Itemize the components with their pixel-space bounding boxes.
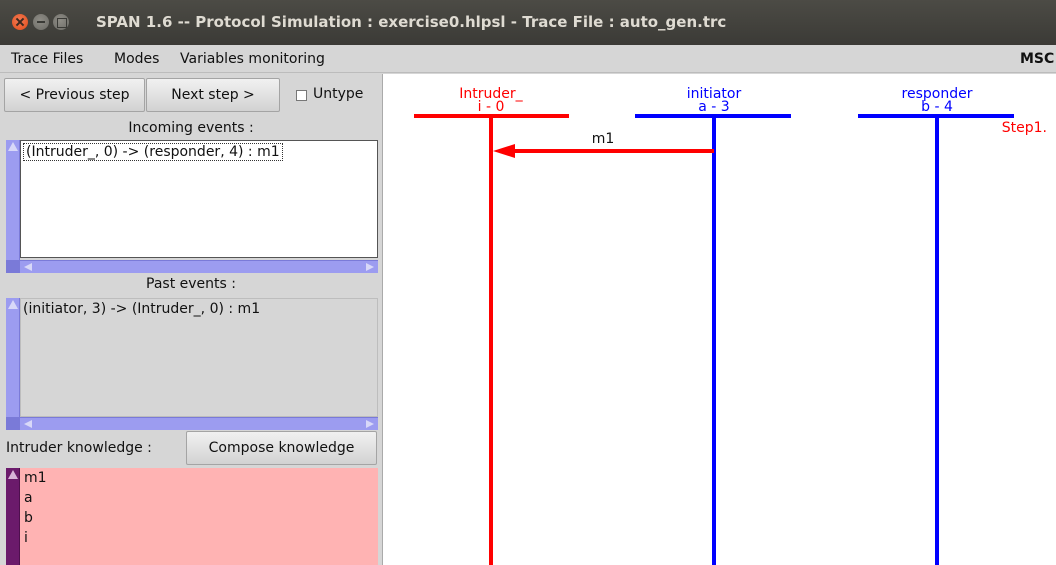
menu-variables-monitoring[interactable]: Variables monitoring: [180, 51, 325, 67]
incoming-events-list[interactable]: (Intruder_, 0) -> (responder, 4) : m1: [20, 140, 378, 258]
next-step-button[interactable]: Next step >: [146, 78, 280, 112]
knowledge-item[interactable]: a: [24, 490, 33, 506]
intruder-knowledge-label: Intruder knowledge :: [6, 440, 152, 456]
past-scroll-corner: [6, 417, 20, 430]
participant-id-responder: b - 4: [921, 99, 953, 115]
msc-diagram: Intruder_ i - 0 initiator a - 3 responde…: [414, 86, 1047, 565]
msc-panel: Intruder_ i - 0 initiator a - 3 responde…: [382, 74, 1056, 565]
message-arrowhead-m1: [493, 144, 515, 158]
incoming-vertical-scrollbar[interactable]: [6, 140, 20, 260]
intruder-knowledge-list[interactable]: m1 a b i: [20, 468, 378, 565]
scroll-up-icon[interactable]: [8, 142, 18, 151]
menu-modes[interactable]: Modes: [114, 51, 159, 67]
menu-trace-files[interactable]: Trace Files: [11, 51, 83, 67]
past-event-item[interactable]: (initiator, 3) -> (Intruder_, 0) : m1: [23, 301, 260, 317]
menu-bar: Trace Files Modes Variables monitoring M…: [0, 45, 1056, 73]
scroll-left-icon[interactable]: [24, 420, 32, 428]
step-label: Step1.: [1002, 120, 1047, 136]
close-window-icon[interactable]: [12, 14, 28, 30]
left-panel: < Previous step Next step > Untype Incom…: [0, 74, 382, 565]
incoming-scroll-corner: [6, 260, 20, 273]
past-horizontal-scrollbar[interactable]: [20, 417, 378, 430]
incoming-horizontal-scrollbar[interactable]: [20, 260, 378, 273]
minimize-window-icon[interactable]: [33, 14, 49, 30]
compose-knowledge-button[interactable]: Compose knowledge: [186, 431, 377, 465]
scroll-left-icon[interactable]: [24, 263, 32, 271]
scroll-up-icon[interactable]: [8, 470, 18, 479]
knowledge-item[interactable]: b: [24, 510, 33, 526]
knowledge-item[interactable]: m1: [24, 470, 47, 486]
incoming-events-heading: Incoming events :: [128, 120, 254, 136]
past-events-heading: Past events :: [146, 276, 236, 292]
title-bar: SPAN 1.6 -- Protocol Simulation : exerci…: [0, 0, 1056, 45]
past-vertical-scrollbar[interactable]: [6, 298, 20, 417]
scroll-up-icon[interactable]: [8, 300, 18, 309]
previous-step-button[interactable]: < Previous step: [4, 78, 145, 112]
message-label-m1: m1: [592, 131, 615, 147]
untype-checkbox[interactable]: [296, 90, 307, 101]
knowledge-item[interactable]: i: [24, 530, 28, 546]
knowledge-vertical-scrollbar[interactable]: [6, 468, 20, 565]
past-events-list[interactable]: (initiator, 3) -> (Intruder_, 0) : m1: [20, 298, 378, 417]
participant-id-intruder: i - 0: [478, 99, 505, 115]
scroll-right-icon[interactable]: [366, 263, 374, 271]
scroll-right-icon[interactable]: [366, 420, 374, 428]
participant-id-initiator: a - 3: [698, 99, 729, 115]
untype-label: Untype: [313, 86, 364, 102]
incoming-event-item[interactable]: (Intruder_, 0) -> (responder, 4) : m1: [23, 143, 283, 161]
window-title: SPAN 1.6 -- Protocol Simulation : exerci…: [96, 13, 727, 31]
menu-msc[interactable]: MSC: [1020, 51, 1054, 67]
maximize-window-icon[interactable]: [53, 14, 69, 30]
